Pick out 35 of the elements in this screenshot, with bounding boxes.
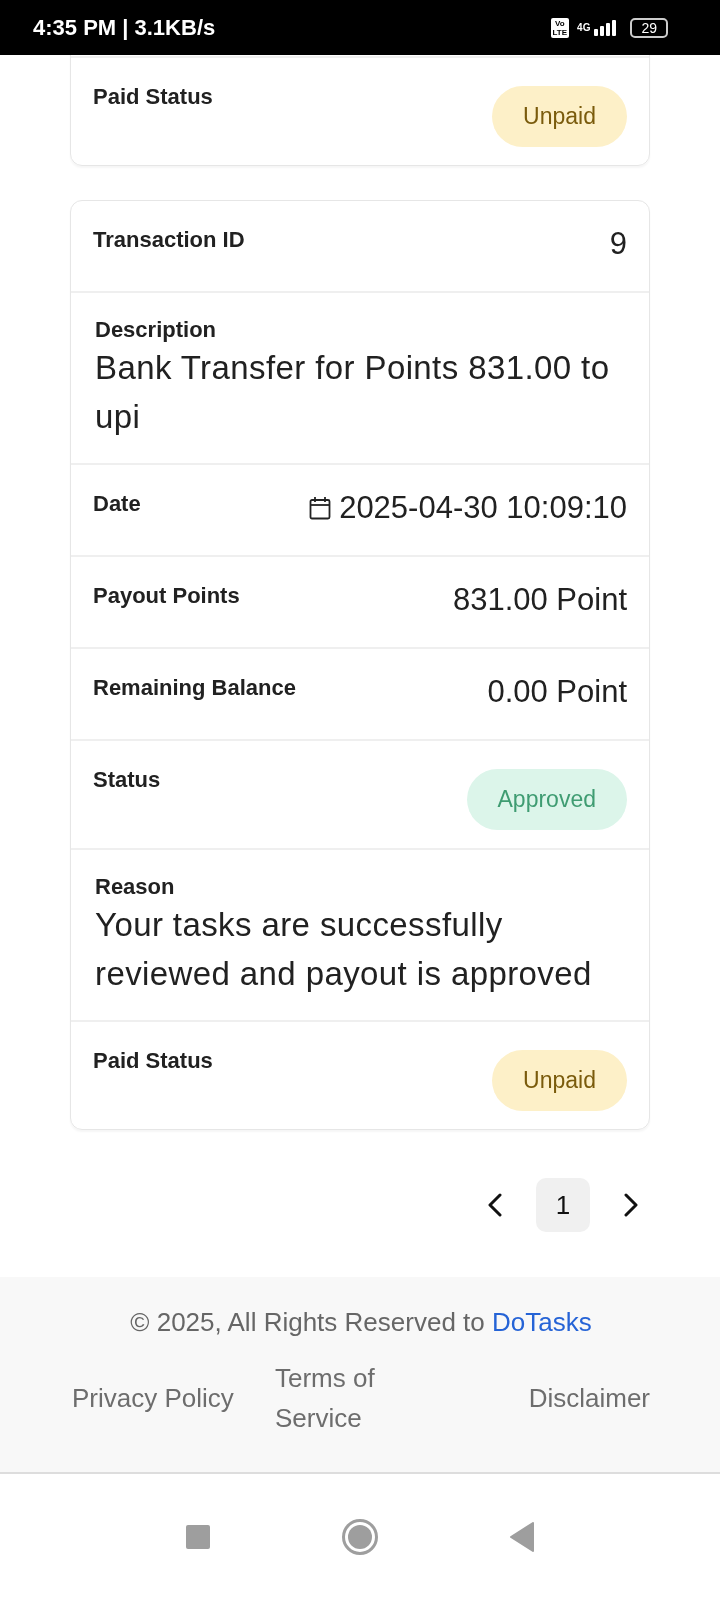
field-label: Payout Points xyxy=(93,583,240,609)
field-value: 0.00 Point xyxy=(487,675,627,709)
field-label: Reason xyxy=(95,874,175,900)
signal-icon xyxy=(594,19,617,36)
field-value: 9 xyxy=(609,227,627,261)
field-value: 831.00 Point xyxy=(452,583,627,617)
home-icon[interactable] xyxy=(341,1518,379,1556)
footer-link[interactable]: Disclaimer xyxy=(528,1378,650,1418)
footer-link[interactable]: Terms of Service xyxy=(275,1358,435,1438)
previous-page-icon[interactable] xyxy=(488,1193,502,1217)
copyright-text: © 2025, All Rights Reserved to DoTasks xyxy=(129,1307,593,1338)
field-label: Paid Status xyxy=(93,84,213,110)
battery-level: 29 xyxy=(630,17,668,38)
back-icon[interactable] xyxy=(509,1522,535,1552)
volte-indicator: Vo LTE xyxy=(550,17,570,38)
status-time: 4:35 PM | 3.1KB/s xyxy=(33,14,216,41)
calendar-icon xyxy=(309,496,332,520)
field-label: Transaction ID xyxy=(93,227,245,253)
field-label: Remaining Balance xyxy=(93,675,296,701)
date-value: 2025-04-30 10:09:10 xyxy=(339,491,627,525)
field-text: Bank Transfer for Points 831.00 to upi xyxy=(95,348,611,437)
field-label: Date xyxy=(93,491,141,517)
status-badge: Unpaid xyxy=(492,86,627,147)
field-label: Status xyxy=(93,767,161,793)
status-badge: Unpaid xyxy=(492,1050,627,1111)
recents-icon[interactable] xyxy=(185,1524,211,1550)
next-page-icon[interactable] xyxy=(624,1193,638,1217)
status-badge: Approved xyxy=(466,769,627,830)
field-label: Paid Status xyxy=(93,1048,213,1074)
network-type: 4G xyxy=(577,21,591,33)
page-button[interactable]: 1 xyxy=(536,1178,590,1232)
field-text: Your tasks are successfully reviewed and payout is approved xyxy=(95,905,593,994)
brand-link[interactable]: DoTasks xyxy=(492,1307,592,1337)
field-label: Description xyxy=(95,317,217,343)
footer-link[interactable]: Privacy Policy xyxy=(72,1378,275,1418)
